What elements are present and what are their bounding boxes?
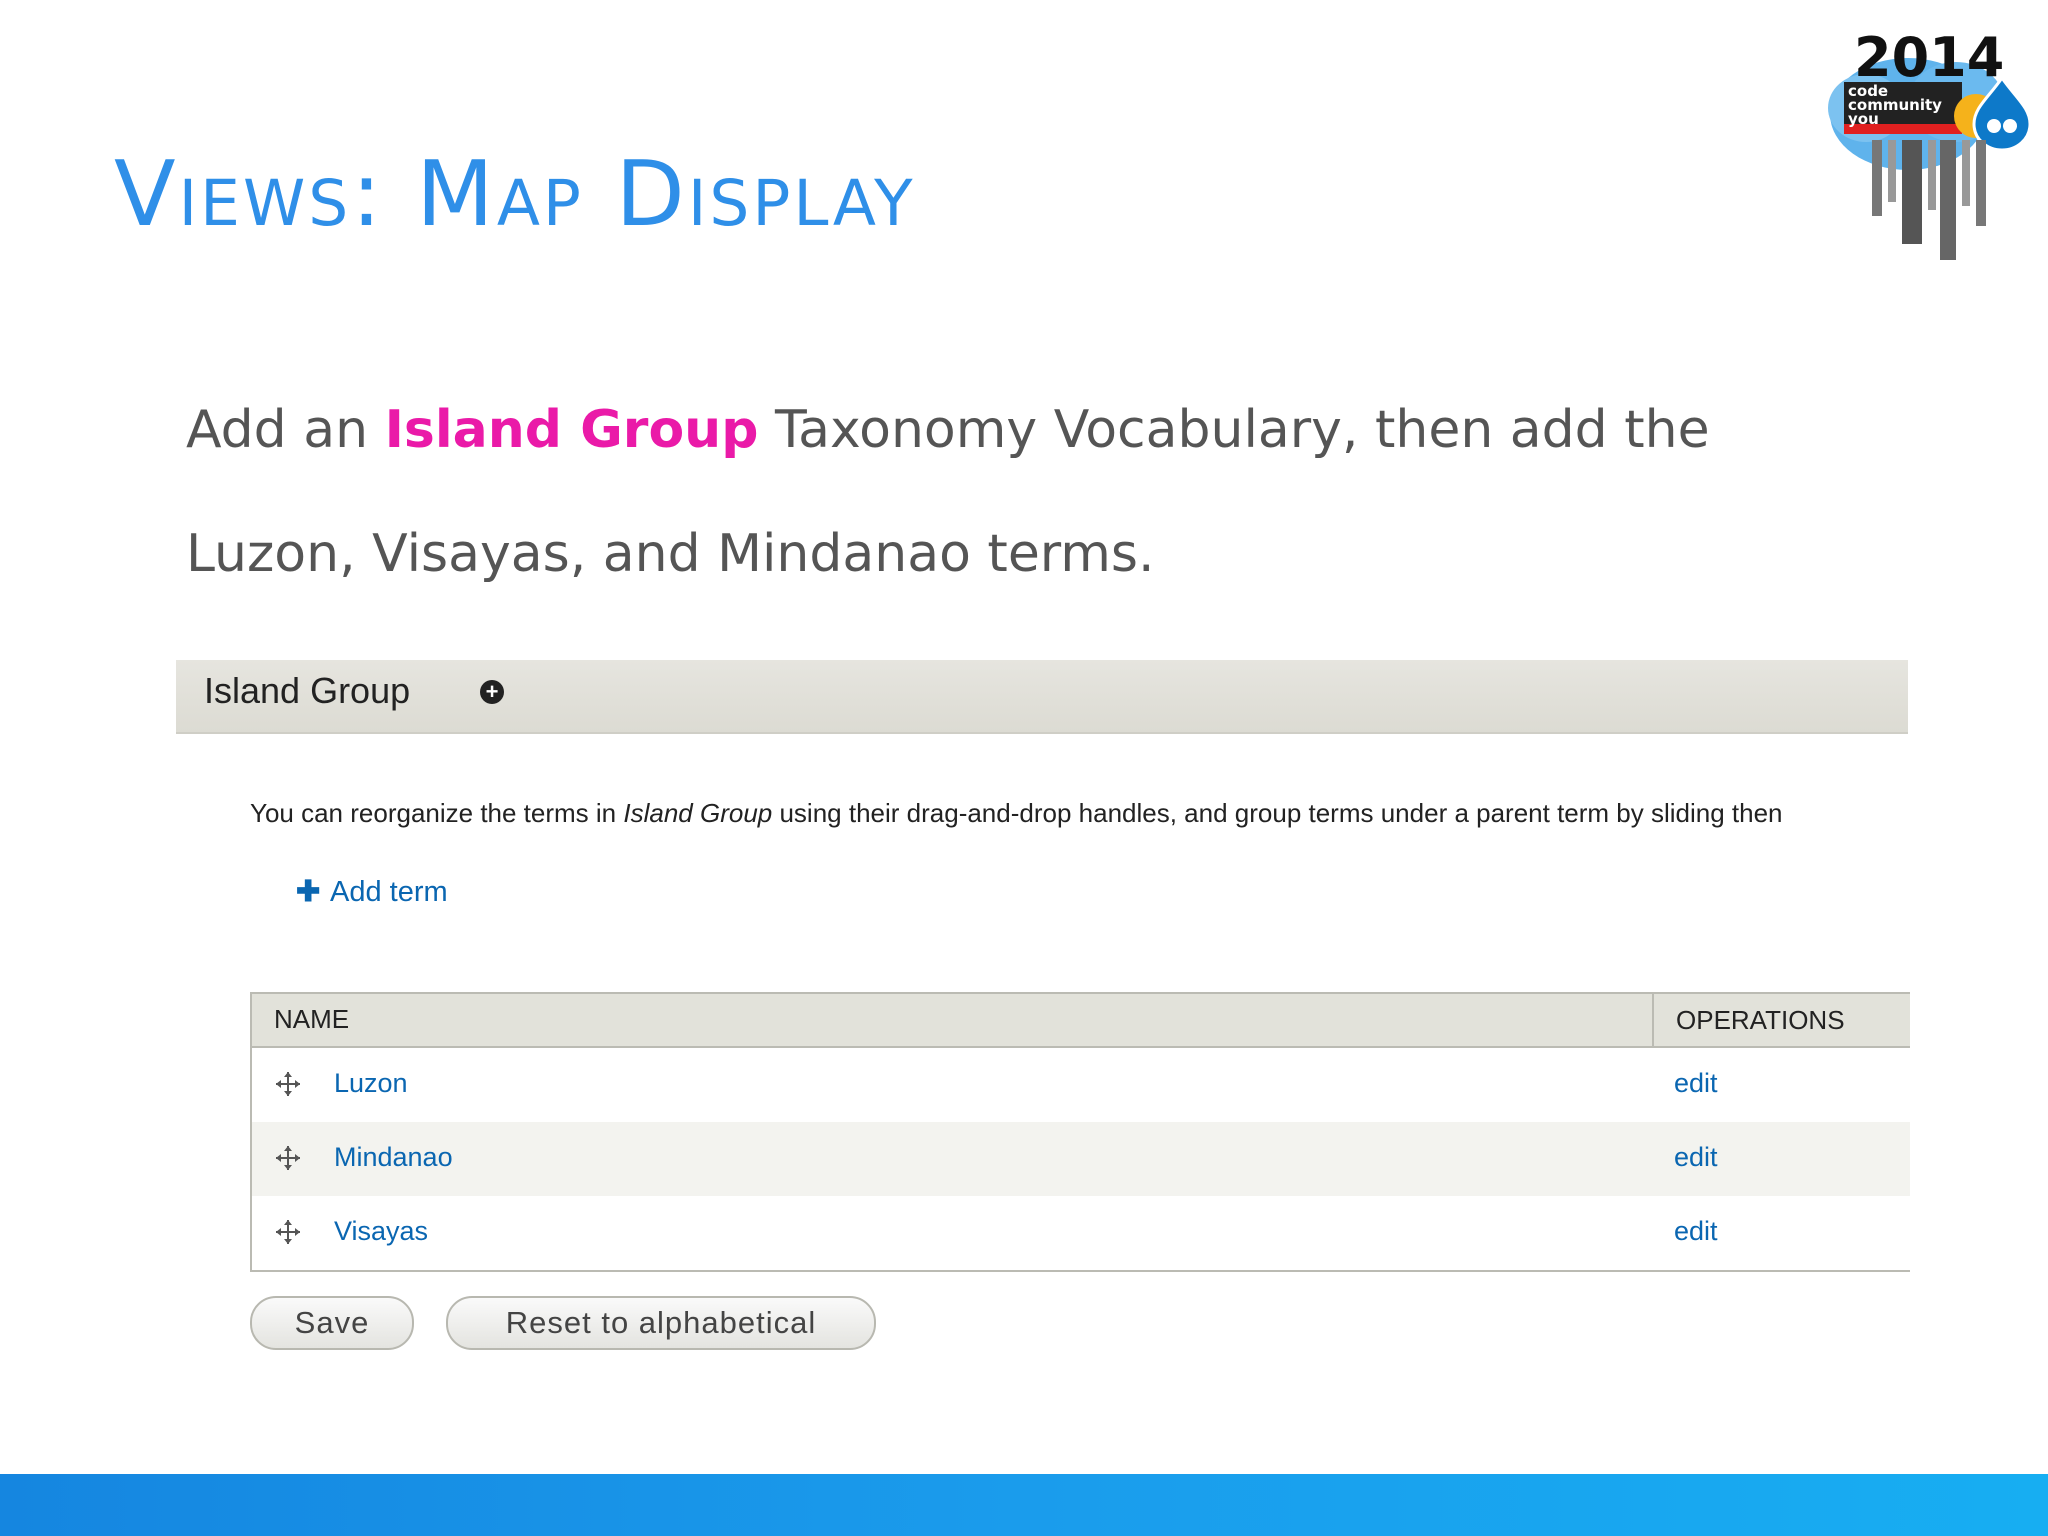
help-text-emphasis: Island Group [623,798,773,828]
add-shortcut-icon[interactable]: + [480,680,504,704]
edit-link-mindanao[interactable]: edit [1674,1142,1718,1173]
add-term-link[interactable]: ✚ Add term [296,874,448,909]
edit-link-luzon[interactable]: edit [1674,1068,1718,1099]
reset-to-alphabetical-button[interactable]: Reset to alphabetical [446,1296,876,1350]
logo-word-3: you [1848,110,1879,128]
table-row: Luzon edit [252,1048,1910,1122]
drag-handle-icon[interactable] [274,1218,302,1246]
terms-table: NAME OPERATIONS Luzon edit Mindanao edit [250,992,1910,1272]
footer-bar [0,1474,2048,1536]
table-header: NAME OPERATIONS [252,992,1910,1048]
table-row: Visayas edit [252,1196,1910,1270]
intro-highlight: Island Group [384,400,759,460]
slide: Views: Map Display 2014 code community y… [0,0,2048,1536]
table-row: Mindanao edit [252,1122,1910,1196]
help-text-after: using their drag-and-drop handles, and g… [772,798,1783,828]
drupalcamp-2014-logo: 2014 code community you [1828,26,2032,260]
drupal-taxonomy-screenshot: Island Group + You can reorganize the te… [176,660,1910,1400]
logo-year: 2014 [1854,26,2004,89]
intro-paragraph: Add an Island Group Taxonomy Vocabulary,… [186,368,1886,616]
column-header-name: NAME [274,1004,350,1034]
term-link-luzon[interactable]: Luzon [334,1068,408,1099]
add-term-label: Add term [330,876,448,908]
plus-icon: ✚ [296,876,321,908]
help-text: You can reorganize the terms in Island G… [250,798,1910,829]
term-link-mindanao[interactable]: Mindanao [334,1142,453,1173]
save-button[interactable]: Save [250,1296,414,1350]
intro-text-before: Add an [186,400,385,460]
vocabulary-header: Island Group + [176,660,1908,734]
help-text-before: You can reorganize the terms in [250,798,624,828]
drag-handle-icon[interactable] [274,1070,302,1098]
drag-handle-icon[interactable] [274,1144,302,1172]
term-link-visayas[interactable]: Visayas [334,1216,428,1247]
edit-link-visayas[interactable]: edit [1674,1216,1718,1247]
column-header-operations: OPERATIONS [1652,994,1910,1046]
slide-title: Views: Map Display [114,142,916,247]
vocabulary-title: Island Group [204,670,411,711]
